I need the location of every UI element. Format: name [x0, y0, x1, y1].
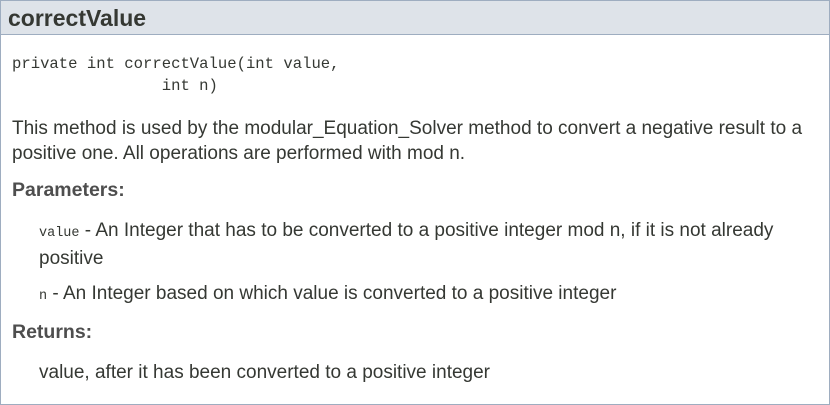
parameter-description: An Integer based on which value is conve…: [62, 283, 617, 304]
returns-heading: Returns:: [12, 321, 93, 343]
parameter-name: n: [39, 289, 48, 304]
method-header: correctValue: [1, 1, 829, 35]
method-description: This method is used by the modular_Equat…: [12, 118, 803, 164]
parameter-separator: -: [47, 283, 63, 304]
method-signature: private int correctValue(int value, int …: [12, 55, 340, 95]
parameter-n: n - An Integer based on which value is c…: [39, 281, 799, 309]
parameter-description: An Integer that has to be converted to a…: [39, 220, 774, 269]
method-detail-panel: correctValue private int correctValue(in…: [0, 0, 830, 405]
parameter-value: value - An Integer that has to be conver…: [39, 218, 799, 271]
parameters-heading: Parameters:: [12, 179, 125, 201]
returns-description: value, after it has been converted to a …: [39, 362, 490, 383]
parameter-name: value: [39, 226, 80, 241]
method-name-heading: correctValue: [8, 5, 147, 31]
parameter-separator: -: [79, 220, 96, 241]
